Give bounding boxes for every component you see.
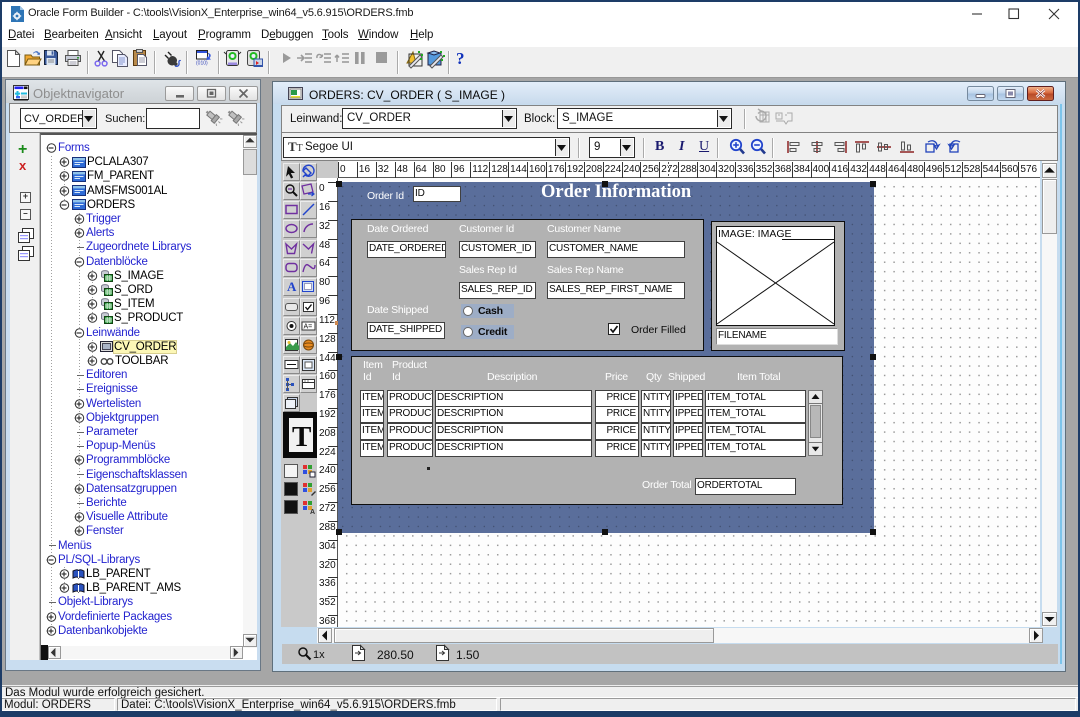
svg-text:A=: A= bbox=[304, 323, 313, 330]
svg-text:A: A bbox=[310, 509, 315, 516]
svg-text:(010): (010) bbox=[196, 61, 208, 67]
svg-text:A: A bbox=[287, 279, 297, 294]
